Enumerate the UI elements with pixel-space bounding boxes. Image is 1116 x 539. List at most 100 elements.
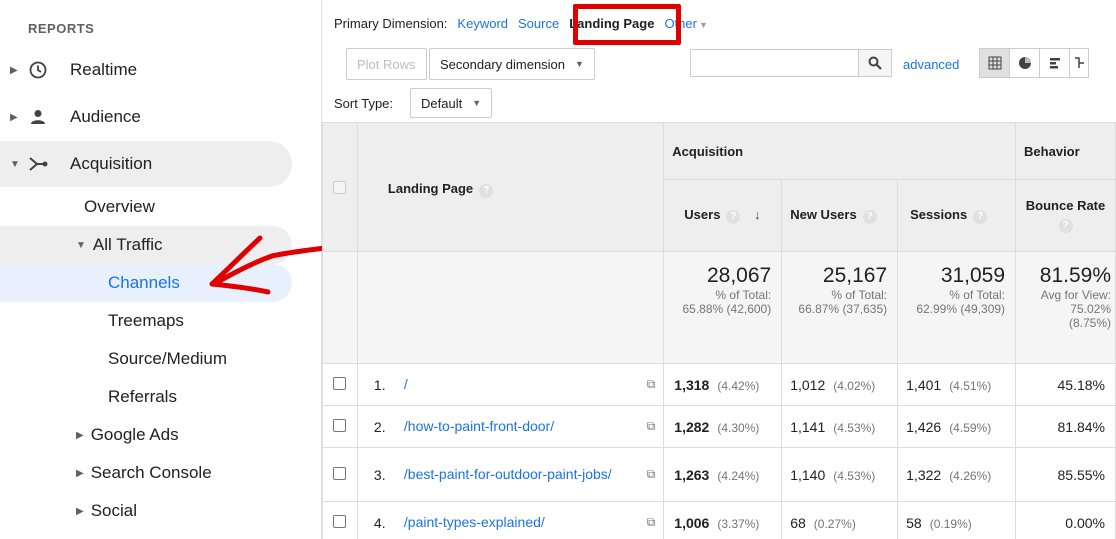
new-users-column-header[interactable]: New Users? bbox=[781, 179, 899, 252]
table-search-input[interactable] bbox=[690, 49, 858, 77]
bounce-rate-column-header[interactable]: Bounce Rate ? bbox=[1015, 179, 1116, 252]
landing-page-link[interactable]: / bbox=[404, 376, 647, 393]
bounce-rate-cell: 0.00% bbox=[1015, 501, 1116, 539]
landing-page-header-label: Landing Page bbox=[387, 181, 474, 196]
totals-empty-cell bbox=[356, 251, 665, 364]
select-all-checkbox[interactable] bbox=[333, 181, 347, 194]
advanced-filter-link[interactable]: advanced bbox=[903, 57, 959, 72]
row-checkbox[interactable] bbox=[333, 376, 347, 390]
dimension-source[interactable]: Source bbox=[518, 16, 559, 31]
sidebar-item-audience[interactable]: ▶ Audience bbox=[0, 94, 292, 140]
open-page-icon[interactable]: ⧉ bbox=[647, 377, 656, 392]
plot-rows-button[interactable]: Plot Rows bbox=[346, 48, 427, 80]
sort-type-label: Sort Type: bbox=[334, 96, 394, 111]
open-page-icon[interactable]: ⧉ bbox=[647, 419, 656, 434]
help-icon[interactable]: ? bbox=[1058, 219, 1073, 233]
sort-type-dropdown[interactable]: Default ▼ bbox=[410, 88, 493, 118]
caret-down-icon: ▼ bbox=[10, 158, 20, 170]
sidebar-item-realtime[interactable]: ▶ Realtime bbox=[0, 47, 292, 93]
sessions-cell: 1,426 (4.59%) bbox=[897, 405, 1017, 448]
acquisition-group-header: Acquisition bbox=[663, 122, 1017, 180]
landing-page-link[interactable]: /how-to-paint-front-door/ bbox=[404, 418, 647, 435]
caret-right-icon: ▶ bbox=[76, 467, 84, 479]
secondary-dimension-label: Secondary dimension bbox=[440, 56, 566, 72]
sort-type-value: Default bbox=[421, 95, 463, 111]
help-icon[interactable]: ? bbox=[726, 210, 741, 224]
sidebar-item-source-medium[interactable]: Source/Medium bbox=[108, 340, 227, 378]
help-icon[interactable]: ? bbox=[862, 210, 877, 224]
sidebar-item-channels[interactable]: Channels bbox=[108, 264, 180, 302]
landing-page-header: Landing Page? bbox=[356, 122, 665, 252]
pie-view-button[interactable] bbox=[1009, 48, 1040, 78]
sidebar-item-overview[interactable]: Overview bbox=[84, 188, 155, 226]
sidebar-item-referrals[interactable]: Referrals bbox=[108, 378, 177, 416]
acquisition-icon bbox=[28, 154, 48, 174]
row-checkbox-cell bbox=[322, 447, 358, 502]
sidebar-item-all-traffic[interactable]: ▼ All Traffic bbox=[76, 226, 163, 264]
sidebar-item-google-ads[interactable]: ▶ Google Ads bbox=[76, 416, 179, 454]
sidebar-item-label: Google Ads bbox=[90, 425, 179, 444]
new-users-value: 1,140 bbox=[790, 466, 826, 483]
landing-page-table: Landing Page? Acquisition Behavior Users… bbox=[322, 122, 1116, 539]
landing-page-link[interactable]: /paint-types-explained/ bbox=[404, 514, 647, 531]
caret-down-icon: ▼ bbox=[76, 239, 86, 251]
dimension-keyword[interactable]: Keyword bbox=[457, 16, 508, 31]
new-users-value: 1,012 bbox=[790, 376, 826, 393]
primary-dimension-label: Primary Dimension: bbox=[334, 16, 448, 31]
users-cell: 1,006 (3.37%) bbox=[663, 501, 783, 539]
search-button[interactable] bbox=[858, 49, 892, 77]
bounce-rate-cell: 45.18% bbox=[1015, 363, 1116, 406]
sidebar-item-social[interactable]: ▶ Social bbox=[76, 492, 137, 530]
row-checkbox[interactable] bbox=[333, 466, 347, 480]
sidebar-item-treemaps[interactable]: Treemaps bbox=[108, 302, 184, 340]
bounce-rate-cell: 81.84% bbox=[1015, 405, 1116, 448]
caret-right-icon: ▶ bbox=[10, 111, 18, 123]
totals-empty-cell bbox=[322, 251, 358, 364]
behavior-group-header: Behavior bbox=[1015, 122, 1116, 180]
sessions-column-header[interactable]: Sessions? bbox=[897, 179, 1017, 252]
total-new-users-pct-label: % of Total: bbox=[831, 288, 888, 302]
sessions-pct: (0.19%) bbox=[929, 516, 972, 531]
users-value: 1,263 bbox=[674, 466, 710, 483]
sort-descending-icon: ↓ bbox=[754, 207, 761, 222]
totals-bounce-rate: 81.59% Avg for View: 75.02% (8.75%) bbox=[1015, 251, 1116, 364]
sidebar-item-label: Realtime bbox=[70, 60, 138, 79]
users-column-header[interactable]: Users? ↓ bbox=[663, 179, 783, 252]
row-number: 3. bbox=[373, 466, 386, 483]
new-users-pct: (0.27%) bbox=[813, 516, 856, 531]
report-main: Primary Dimension: Keyword Source Landin… bbox=[322, 0, 1116, 539]
landing-page-cell: 4. /paint-types-explained/ ⧉ bbox=[356, 501, 665, 539]
sessions-value: 1,426 bbox=[906, 418, 942, 435]
pivot-view-button[interactable] bbox=[1069, 48, 1089, 78]
sidebar-item-search-console[interactable]: ▶ Search Console bbox=[76, 454, 212, 492]
new-users-cell: 68 (0.27%) bbox=[781, 501, 899, 539]
bounce-avg-value: 75.02% bbox=[1070, 302, 1111, 316]
new-users-pct: (4.02%) bbox=[833, 378, 876, 393]
person-icon bbox=[28, 107, 48, 127]
landing-page-link[interactable]: /best-paint-for-outdoor-paint-jobs/ bbox=[404, 466, 647, 483]
total-users-value: 28,067 bbox=[706, 264, 772, 287]
sidebar-item-label: All Traffic bbox=[92, 235, 163, 254]
pie-chart-icon bbox=[1018, 57, 1031, 69]
table-row: 1. / ⧉ 1,318 (4.42%) 1,012 (4.02%) 1,401 (4… bbox=[322, 363, 1116, 406]
open-page-icon[interactable]: ⧉ bbox=[647, 515, 656, 530]
table-view-button[interactable] bbox=[979, 48, 1010, 78]
sidebar-item-acquisition[interactable]: ▼ Acquisition bbox=[0, 141, 292, 187]
bounce-rate-header-label: Bounce Rate bbox=[1025, 198, 1106, 213]
new-users-cell: 1,012 (4.02%) bbox=[781, 363, 899, 406]
row-number: 1. bbox=[373, 376, 386, 393]
bar-view-button[interactable] bbox=[1039, 48, 1070, 78]
help-icon[interactable]: ? bbox=[479, 184, 494, 198]
sidebar-item-label: Audience bbox=[70, 107, 141, 126]
open-page-icon[interactable]: ⧉ bbox=[647, 467, 656, 482]
users-pct: (4.30%) bbox=[717, 420, 760, 435]
red-highlight-box bbox=[573, 4, 681, 45]
users-header-label: Users bbox=[684, 207, 721, 222]
help-icon[interactable]: ? bbox=[973, 210, 988, 224]
table-row: 3. /best-paint-for-outdoor-paint-jobs/ ⧉… bbox=[322, 447, 1116, 502]
row-checkbox[interactable] bbox=[333, 514, 347, 528]
row-checkbox[interactable] bbox=[333, 418, 347, 432]
secondary-dimension-dropdown[interactable]: Secondary dimension ▼ bbox=[429, 48, 595, 80]
sidebar-item-label: Search Console bbox=[90, 463, 212, 482]
acquisition-header-label: Acquisition bbox=[672, 143, 744, 159]
